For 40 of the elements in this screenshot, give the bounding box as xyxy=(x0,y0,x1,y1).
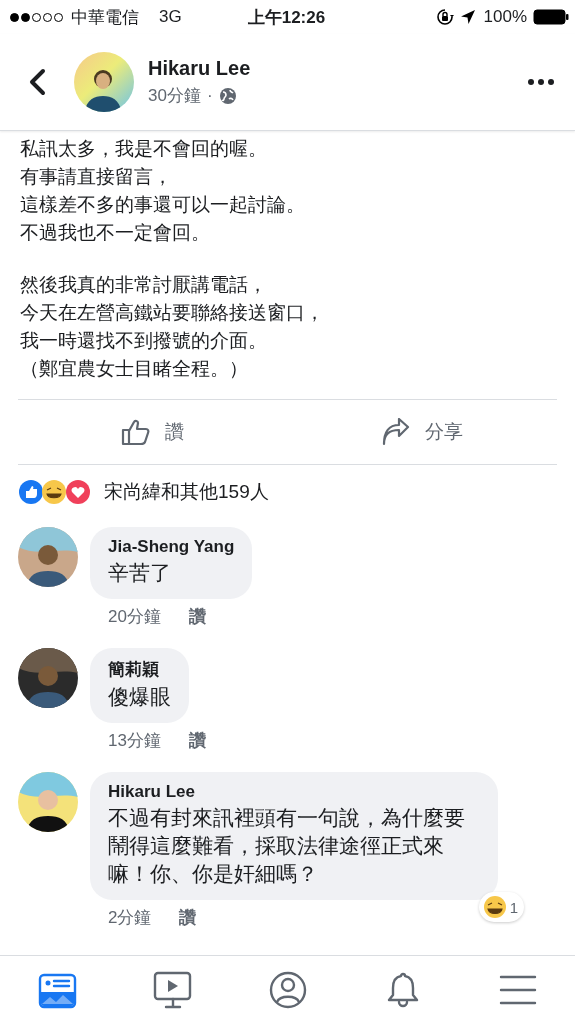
network-type: 3G xyxy=(159,7,182,27)
comment-text: 不過有封來訊裡頭有一句說，為什麼要鬧得這麼難看，採取法律途徑正式來嘛！你、你是奸細嗎？ xyxy=(108,805,466,887)
rotation-lock-icon xyxy=(435,8,454,26)
thumbs-up-icon xyxy=(121,418,152,446)
share-arrow-icon xyxy=(381,418,412,446)
commenter-name[interactable]: Hikaru Lee xyxy=(108,782,480,802)
post-text-line: （鄭宜農女士目睹全程。） xyxy=(20,357,248,381)
post-text-line: 這樣差不多的事還可以一起討論。 xyxy=(20,193,305,217)
comment-time: 13分鐘 xyxy=(108,730,161,752)
comment-time: 20分鐘 xyxy=(108,606,161,628)
carrier-name: 中華電信 xyxy=(71,6,139,29)
location-arrow-icon xyxy=(459,9,476,25)
battery-percent: 100% xyxy=(483,7,527,27)
reaction-count-badge[interactable]: 1 xyxy=(478,892,524,922)
post-time: 30分鐘 xyxy=(148,85,201,107)
author-name[interactable]: Hikaru Lee xyxy=(148,57,527,80)
commenter-name[interactable]: 簡莉穎 xyxy=(108,658,171,681)
post-text-line: 私訊太多，我是不會回的喔。 xyxy=(20,137,267,161)
comment-text: 辛苦了 xyxy=(108,560,172,586)
post-text-line: 今天在左營高鐵站要聯絡接送窗口， xyxy=(20,301,324,325)
comment-text: 傻爆眼 xyxy=(108,684,171,710)
comment-time: 2分鐘 xyxy=(108,907,152,929)
post-text-line: 有事請直接留言， xyxy=(20,165,172,189)
globe-icon xyxy=(218,86,237,105)
post-text-line: 我一時還找不到撥號的介面。 xyxy=(20,329,267,353)
like-link[interactable]: 讚 xyxy=(188,605,206,628)
video-icon[interactable] xyxy=(152,970,193,1010)
share-button[interactable]: 分享 xyxy=(287,400,557,464)
like-link[interactable]: 讚 xyxy=(188,729,206,752)
battery-icon xyxy=(533,8,569,26)
like-link[interactable]: 讚 xyxy=(179,906,197,929)
post-text-line: 不過我也不一定會回。 xyxy=(20,221,210,245)
profile-icon[interactable] xyxy=(267,970,308,1010)
post-text-line: 然後我真的非常討厭講電話， xyxy=(20,273,267,297)
commenter-name[interactable]: Jia-Sheng Yang xyxy=(108,537,235,557)
separator-dot: · xyxy=(206,85,213,106)
reaction-summary[interactable]: 宋尚緯和其他159人 xyxy=(104,479,269,505)
like-button[interactable]: 讚 xyxy=(18,400,288,464)
more-options-button[interactable] xyxy=(527,78,555,86)
clock-time: 上午12:26 xyxy=(247,6,326,29)
